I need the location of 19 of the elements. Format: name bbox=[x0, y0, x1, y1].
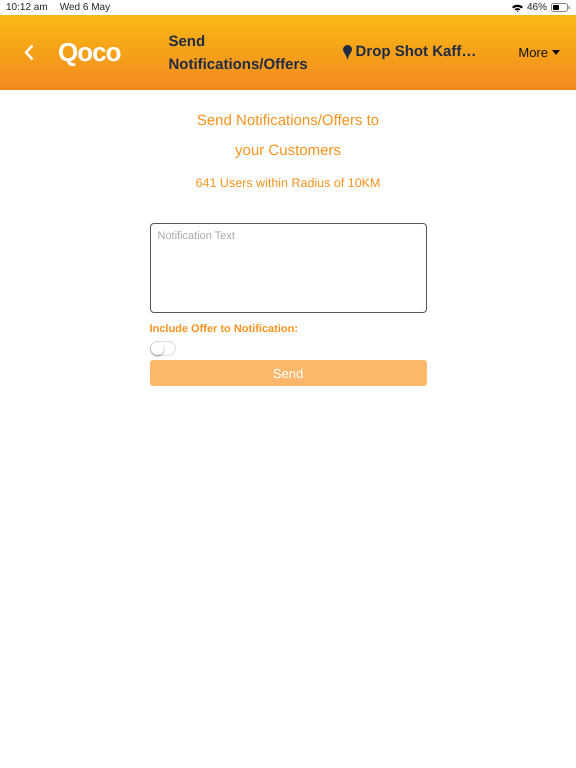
more-menu-button[interactable]: More bbox=[518, 42, 560, 62]
user-count-text: 641 Users within Radius of 10KM bbox=[196, 175, 380, 192]
offer-toggle[interactable] bbox=[150, 341, 176, 356]
location-name[interactable]: Drop Shot Kaff… bbox=[356, 41, 476, 64]
include-offer-label: Include Offer to Notification: bbox=[150, 322, 299, 337]
page-title: Send bbox=[168, 32, 206, 52]
battery-percent: 46% bbox=[526, 1, 547, 15]
caret-icon bbox=[552, 50, 560, 55]
status-date: Wed 6 May bbox=[60, 1, 110, 15]
notification-text-field[interactable]: Notification Text bbox=[150, 222, 426, 313]
location-pin-icon bbox=[342, 45, 352, 60]
page-title: Notifications/Offers bbox=[168, 54, 308, 74]
wifi-icon bbox=[512, 4, 523, 12]
back-icon[interactable] bbox=[24, 44, 34, 61]
status-time: 10:12 am bbox=[6, 1, 48, 15]
battery-icon bbox=[551, 3, 570, 12]
logo: Qoco bbox=[58, 36, 120, 69]
heading: Send Notifications/Offers to bbox=[196, 111, 380, 131]
heading: your Customers bbox=[235, 141, 341, 161]
